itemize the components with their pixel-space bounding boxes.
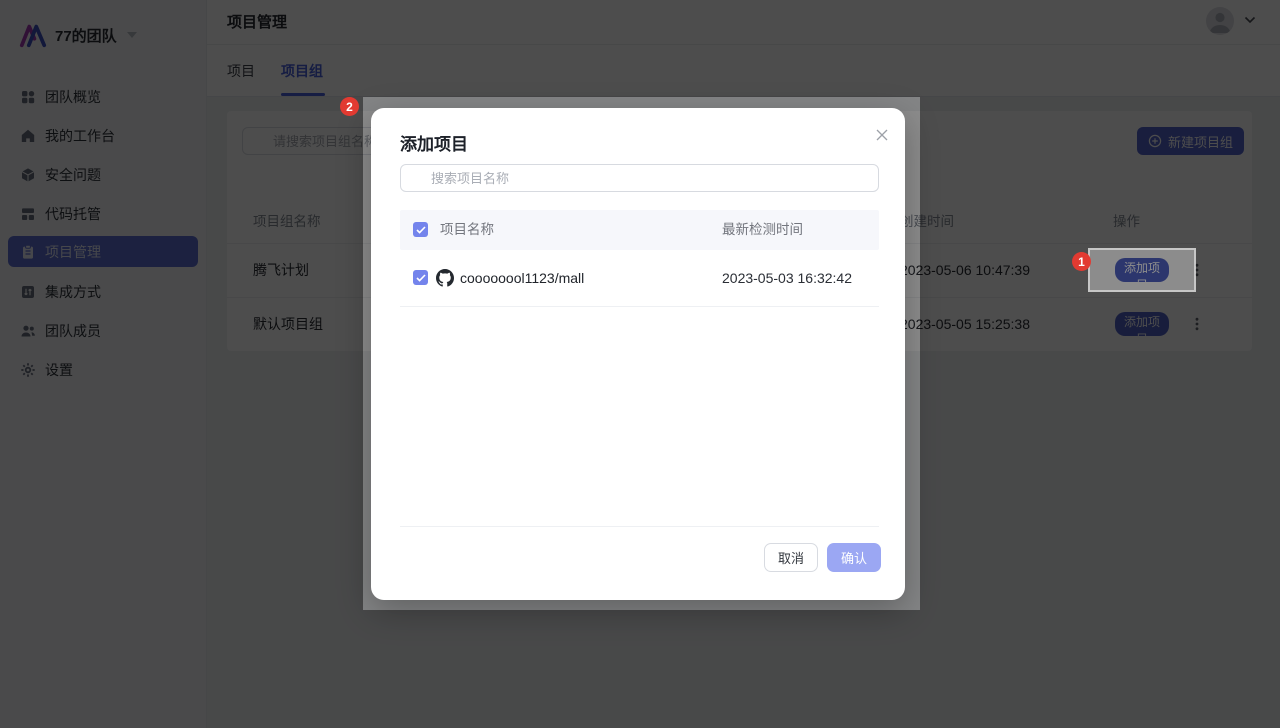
check-icon xyxy=(416,274,426,282)
step-badge-2: 2 xyxy=(340,97,359,116)
add-project-modal: 添加项目 项目名称 最新检测时间 coooooool1123/mall 2023… xyxy=(371,108,905,600)
cancel-button[interactable]: 取消 xyxy=(764,543,818,572)
step-badge-1: 1 xyxy=(1072,252,1091,271)
select-all-checkbox[interactable] xyxy=(413,222,428,237)
modal-table-header: 项目名称 最新检测时间 xyxy=(400,210,879,250)
confirm-button[interactable]: 确认 xyxy=(827,543,881,572)
scan-time: 2023-05-03 16:32:42 xyxy=(722,250,852,306)
check-icon xyxy=(416,226,426,234)
modal-project-row: coooooool1123/mall 2023-05-03 16:32:42 xyxy=(400,250,879,307)
footer-divider xyxy=(400,526,879,527)
app-window: 77的团队 团队概览 我的工作台 安全问题 代码托管 项目管理 集成方式 xyxy=(0,0,1280,728)
modal-title: 添加项目 xyxy=(400,130,468,155)
project-search-input[interactable] xyxy=(400,164,879,192)
project-name: coooooool1123/mall xyxy=(460,250,584,306)
modal-column-project-name: 项目名称 xyxy=(440,210,494,250)
github-icon xyxy=(436,269,454,287)
row-checkbox[interactable] xyxy=(413,270,428,285)
close-icon[interactable] xyxy=(874,127,890,143)
modal-column-scan-time: 最新检测时间 xyxy=(722,210,803,250)
